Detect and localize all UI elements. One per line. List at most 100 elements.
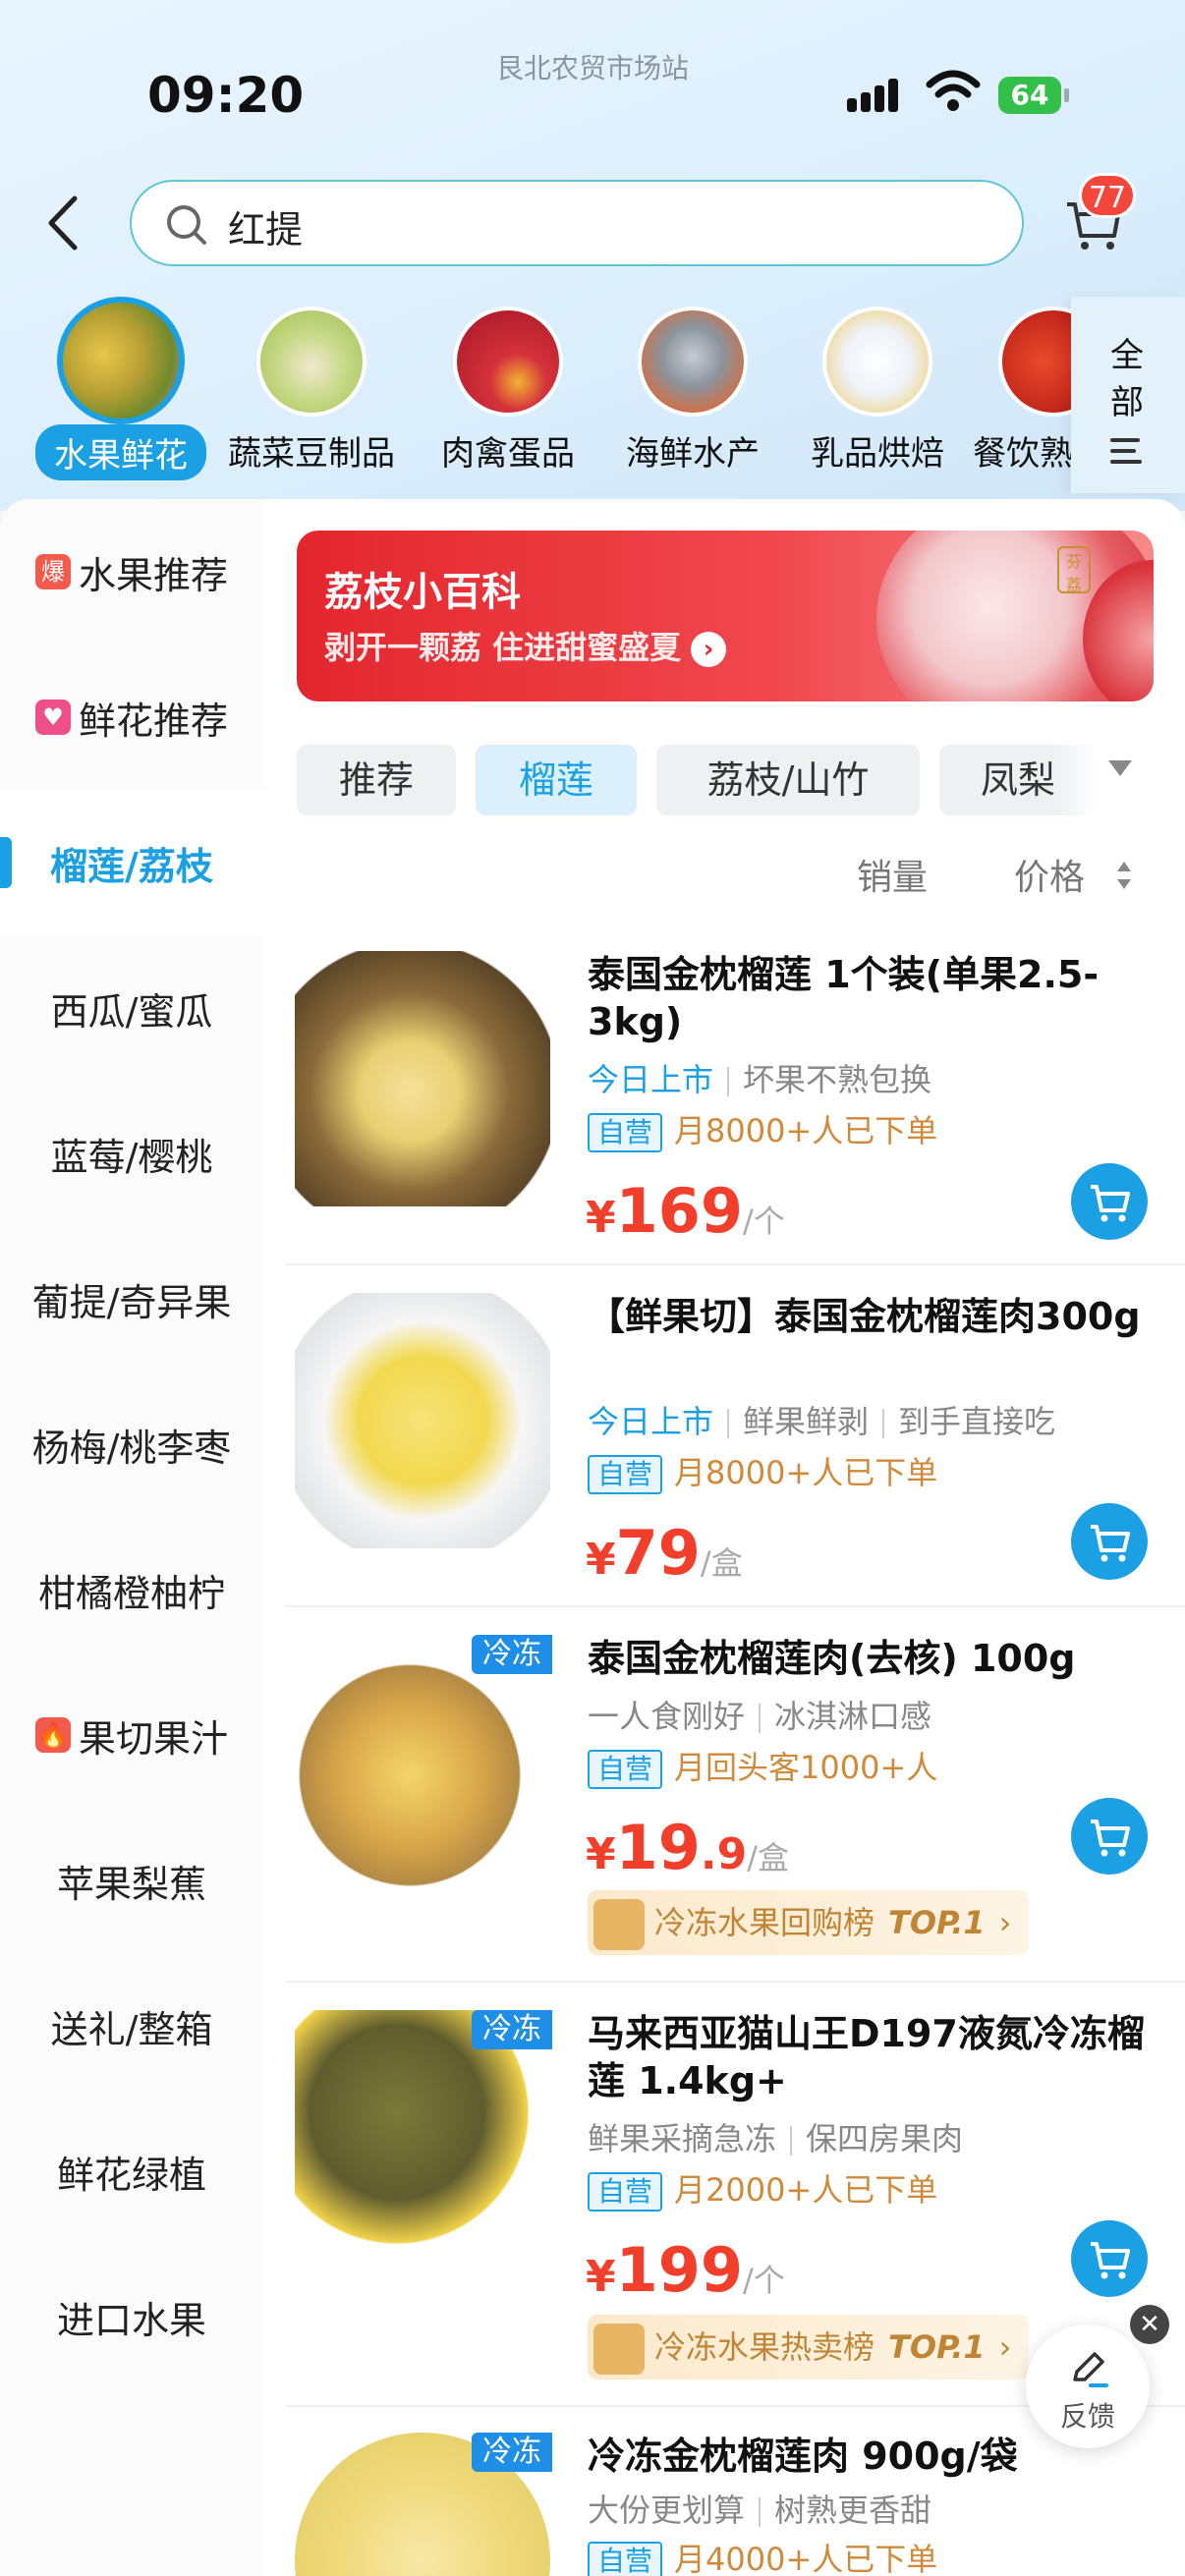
edit-icon [1073, 2352, 1108, 2387]
sidebar-item-label: 鲜花绿植 [56, 2153, 206, 2197]
vegetables-image [256, 307, 367, 417]
sidebar-item-citrus[interactable]: 柑橘橙柚柠 [0, 1517, 263, 1662]
sidebar: 爆 水果推荐 ♥ 鲜花推荐 榴莲/荔枝 西瓜/蜜瓜 蓝莓/樱桃 葡提/奇异果 杨… [0, 499, 263, 2576]
product-price: ¥19.9/盒 [586, 1812, 790, 1883]
sidebar-item-label: 苹果梨蕉 [56, 1862, 206, 1906]
category-label: 蔬菜豆制品 [228, 434, 395, 474]
banner-subtitle: 剥开一颗荔 住进甜蜜盛夏 › [324, 623, 727, 668]
hot-icon: 爆 [34, 554, 71, 589]
banner-title: 荔枝小百科 [324, 570, 521, 615]
sidebar-item-label: 西瓜/蜜瓜 [50, 989, 213, 1034]
category-seafood[interactable]: 海鲜水产 [599, 297, 786, 475]
cart-icon [1091, 2242, 1130, 2279]
product-card[interactable]: 冷冻 冷冻金枕榴莲肉 900g/袋 大份更划算 树熟更香甜 自营 月4000+人已下… [285, 2433, 1185, 2576]
expand-tabs-icon[interactable] [1108, 760, 1132, 776]
product-card[interactable]: 【鲜果切】泰国金枕榴莲肉300g 今日上市 鲜果鲜剥 到手直接吃 自营 月8000+人… [285, 1293, 1185, 1617]
frozen-badge: 冷冻 [472, 1635, 552, 1674]
subtab-lychee[interactable]: 荔枝/山竹 [656, 745, 920, 815]
product-tags: 大份更划算 树熟更香甜 [588, 2492, 932, 2529]
sidebar-item-cut-fruit[interactable]: 🔥 果切果汁 [0, 1662, 263, 1808]
ranking-badge[interactable]: 冷冻水果热卖榜 TOP.1 › [588, 2315, 1030, 2380]
add-to-cart-button[interactable] [1071, 2220, 1148, 2297]
sidebar-item-label: 水果推荐 [78, 553, 228, 597]
seafood-image [638, 307, 748, 417]
subtab-recommend[interactable]: 推荐 [297, 745, 456, 815]
chevron-right-icon: › [998, 1904, 1012, 1941]
product-tags: 今日上市 坏果不熟包换 [588, 1061, 932, 1098]
feedback-button[interactable]: 反馈 [1026, 2324, 1150, 2448]
sidebar-item-flowers-plants[interactable]: 鲜花绿植 [0, 2099, 263, 2244]
product-price: ¥169/个 [586, 1175, 785, 1247]
category-fruit-flowers[interactable]: 水果鲜花 [28, 297, 214, 480]
sidebar-item-gift-box[interactable]: 送礼/整箱 [0, 1953, 263, 2099]
sort-arrows-icon[interactable] [1114, 859, 1134, 892]
product-card[interactable]: 泰国金枕榴莲 1个装(单果2.5-3kg) 今日上市 坏果不熟包换 自营 月8000… [285, 951, 1185, 1265]
category-vegetables[interactable]: 蔬菜豆制品 [218, 297, 405, 475]
cart-icon [1091, 1820, 1130, 1857]
category-label: 餐饮熟 [973, 434, 1073, 474]
product-tags: 今日上市 鲜果鲜剥 到手直接吃 [588, 1403, 1056, 1440]
category-label: 乳品烘焙 [811, 434, 944, 474]
chevron-right-icon: › [998, 2328, 1012, 2366]
product-sales: 自营 月2000+人已下单 [588, 2165, 937, 2212]
sidebar-item-label: 葡提/奇异果 [31, 1280, 232, 1324]
sidebar-item-imported[interactable]: 进口水果 [0, 2244, 263, 2389]
promo-banner[interactable]: 荔枝小百科 剥开一颗荔 住进甜蜜盛夏 › [297, 531, 1154, 701]
sidebar-item-berry[interactable]: 蓝莓/樱桃 [0, 1081, 263, 1226]
product-name: 泰国金枕榴莲 1个装(单果2.5-3kg) [588, 953, 1100, 1043]
all-categories-button[interactable]: 全部 [1071, 297, 1185, 493]
signal-icon [847, 77, 906, 112]
arrow-right-icon: › [691, 632, 727, 667]
divider [285, 1263, 1185, 1265]
product-price: ¥79/盒 [586, 1517, 743, 1589]
fruit-flowers-image [57, 297, 185, 424]
ranking-badge[interactable]: 冷冻水果回购榜 TOP.1 › [588, 1890, 1030, 1955]
search-bar[interactable]: 红提 [130, 180, 1024, 266]
cart-icon [1091, 1185, 1130, 1222]
product-name: 马来西亚猫山王D197液氮冷冻榴莲 1.4kg+ [588, 2012, 1145, 2102]
category-meat-eggs[interactable]: 肉禽蛋品 [415, 297, 601, 475]
cart-icon [1091, 1525, 1130, 1562]
sidebar-item-label: 柑橘橙柚柠 [37, 1571, 225, 1615]
menu-icon [1110, 438, 1142, 464]
product-card[interactable]: 冷冻 泰国金枕榴莲肉(去核) 100g 一人食刚好 冰淇淋口感 自营 月回头客100… [285, 1635, 1185, 1988]
all-label: 全部 [1110, 336, 1144, 422]
add-to-cart-button[interactable] [1071, 1503, 1148, 1580]
product-card[interactable]: 冷冻 马来西亚猫山王D197液氮冷冻榴莲 1.4kg+ 鲜果采摘急冻 保四房果肉 … [285, 2010, 1185, 2383]
product-name: 【鲜果切】泰国金枕榴莲肉300g [588, 1295, 1141, 1338]
subtab-durian[interactable]: 榴莲 [476, 745, 637, 815]
category-dairy-bakery[interactable]: 乳品烘焙 [784, 297, 971, 475]
category-label: 海鲜水产 [626, 434, 760, 474]
sidebar-item-melon[interactable]: 西瓜/蜜瓜 [0, 935, 263, 1081]
category-catering[interactable]: 餐饮熟 [973, 297, 1081, 475]
product-image [295, 951, 550, 1206]
catering-image [998, 307, 1081, 417]
product-sales: 自营 月8000+人已下单 [588, 1106, 937, 1152]
back-arrow-icon[interactable] [43, 195, 83, 252]
battery-indicator: 64 [998, 77, 1069, 114]
heart-icon: ♥ [34, 700, 71, 735]
add-to-cart-button[interactable] [1071, 1798, 1148, 1875]
product-tags: 一人食刚好 冰淇淋口感 [588, 1698, 932, 1735]
sort-price[interactable]: 价格 [1014, 849, 1085, 900]
sidebar-item-flower-recommend[interactable]: ♥ 鲜花推荐 [0, 644, 263, 790]
close-icon[interactable]: ✕ [1130, 2305, 1169, 2344]
feedback-label: 反馈 [1059, 2400, 1115, 2433]
sidebar-item-durian-lychee[interactable]: 榴莲/荔枝 [0, 790, 263, 935]
sidebar-item-apple-pear[interactable]: 苹果梨蕉 [0, 1808, 263, 1953]
frozen-badge: 冷冻 [472, 2433, 552, 2472]
sidebar-item-label: 蓝莓/樱桃 [50, 1135, 213, 1179]
sidebar-item-bayberry[interactable]: 杨梅/桃李枣 [0, 1372, 263, 1517]
sort-sales[interactable]: 销量 [857, 849, 928, 900]
sidebar-item-grape-kiwi[interactable]: 葡提/奇异果 [0, 1226, 263, 1372]
divider [285, 1605, 1185, 1607]
sidebar-item-label: 鲜花推荐 [78, 699, 228, 743]
wifi-icon [926, 70, 981, 111]
search-query[interactable]: 红提 [228, 199, 303, 253]
trophy-icon [593, 2324, 645, 2375]
add-to-cart-button[interactable] [1071, 1163, 1148, 1240]
sidebar-item-label: 进口水果 [56, 2298, 206, 2342]
cart-count-badge: 77 [1079, 173, 1136, 218]
sidebar-item-fruit-recommend[interactable]: 爆 水果推荐 [0, 499, 263, 644]
category-label: 肉禽蛋品 [441, 434, 575, 474]
